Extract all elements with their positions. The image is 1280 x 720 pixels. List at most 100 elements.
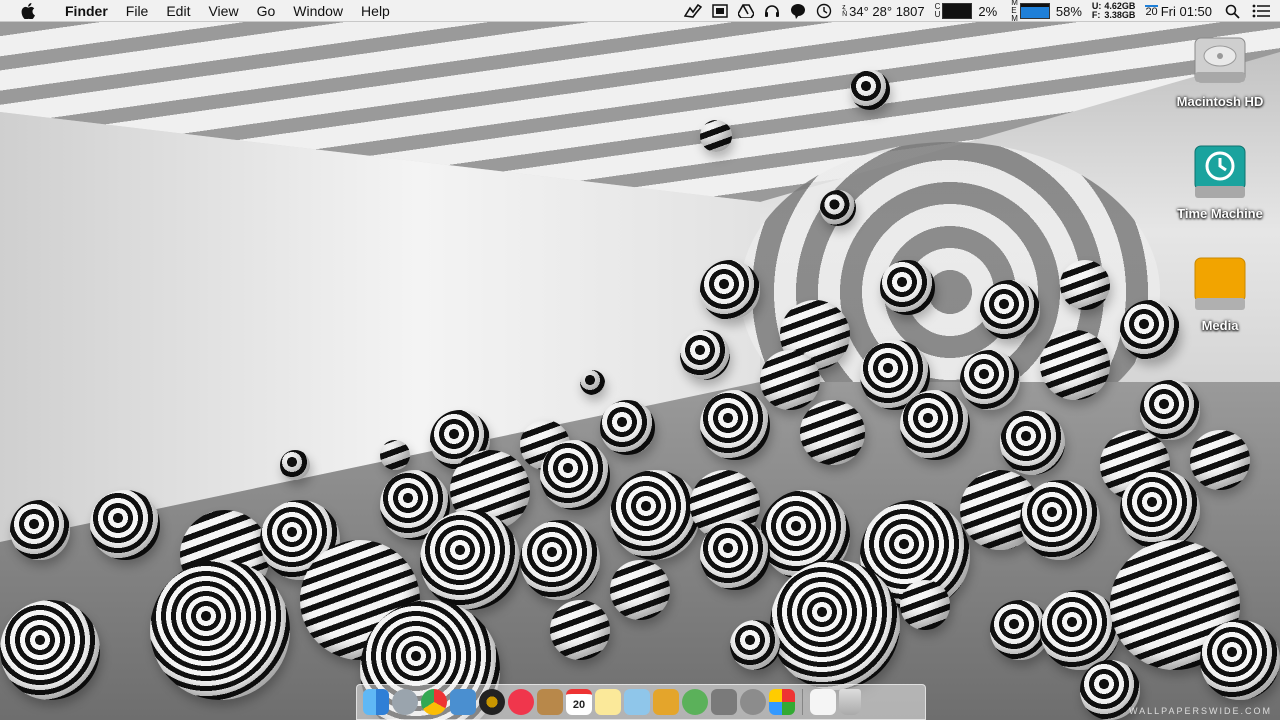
desktop-icon-time-machine[interactable]: Time Machine	[1170, 142, 1270, 221]
wallpaper-sphere	[280, 450, 310, 480]
external-drive-icon	[1194, 257, 1246, 310]
wallpaper-sphere	[1040, 330, 1110, 400]
weather-mini-icon: zÑ	[842, 4, 848, 18]
dock-itunes-icon[interactable]	[508, 689, 534, 715]
wallpaper-sphere	[1140, 380, 1200, 440]
wallpaper-sphere	[1020, 480, 1100, 560]
cpu-monitor[interactable]: C U 2%	[930, 3, 1007, 19]
memory-monitor[interactable]: M E M 58%	[1006, 0, 1087, 23]
dock-finder-icon[interactable]	[363, 689, 389, 715]
wallpaper-sphere	[980, 280, 1040, 340]
wallpaper-sphere	[800, 400, 865, 465]
app-menu-finder[interactable]: Finder	[56, 0, 117, 22]
menu-edit[interactable]: Edit	[157, 0, 199, 22]
notification-center-icon[interactable]	[1248, 4, 1280, 18]
wallpaper-sphere	[150, 560, 290, 700]
dock-launchpad-icon[interactable]	[392, 689, 418, 715]
dock-notefile-icon[interactable]	[537, 689, 563, 715]
status-area: zÑ 34° 28° 1807 C U 2% M E M 58% U: F: 4…	[679, 0, 1280, 23]
wallpaper-sphere	[520, 520, 600, 600]
wallpaper-sphere	[700, 520, 770, 590]
wallpaper-sphere	[900, 390, 970, 460]
apple-menu-icon[interactable]	[0, 2, 56, 19]
wallpaper-sphere	[700, 260, 760, 320]
wallpaper-sphere	[1120, 470, 1200, 550]
wallpaper-sphere	[700, 120, 732, 152]
weather-readout[interactable]: zÑ 34° 28° 1807	[837, 4, 930, 19]
wallpaper-sphere	[0, 600, 100, 700]
wallpaper-watermark: WALLPAPERSWIDE.COM	[1128, 706, 1272, 716]
menu-view[interactable]: View	[199, 0, 247, 22]
wallpaper-sphere	[610, 470, 700, 560]
disk-monitor[interactable]: U: F: 4.62GB 3.38GB	[1087, 2, 1141, 20]
dock-calendar-icon[interactable]: 20	[566, 689, 592, 715]
calendar-mini-icon: 20	[1145, 4, 1158, 18]
menu-go[interactable]: Go	[248, 0, 285, 22]
clock[interactable]: 20 Fri 01:50	[1140, 4, 1217, 19]
cpu-percent: 2%	[978, 3, 998, 19]
time-machine-status-icon[interactable]	[811, 3, 837, 19]
spotlight-search-icon[interactable]	[1217, 4, 1248, 19]
desktop-icon-macintosh-hd[interactable]: Macintosh HD	[1170, 30, 1270, 109]
wallpaper-sphere	[900, 580, 950, 630]
time-machine-icon	[1194, 145, 1246, 198]
mem-label-bottom: M	[1011, 14, 1018, 23]
wallpaper-sphere	[1040, 590, 1120, 670]
dock-document-icon[interactable]	[810, 689, 836, 715]
memory-percent: 58%	[1055, 3, 1082, 19]
wallpaper-sphere	[760, 350, 820, 410]
wallpaper-sphere	[880, 260, 935, 315]
dock-dvd-player-icon[interactable]	[479, 689, 505, 715]
dock-separator	[802, 689, 803, 715]
dock-preview-icon[interactable]	[450, 689, 476, 715]
desktop-wallpaper	[0, 22, 1280, 720]
menu-bar: Finder File Edit View Go Window Help zÑ …	[0, 0, 1280, 23]
dock-unknown-app-icon[interactable]	[769, 689, 795, 715]
bird-icon[interactable]	[679, 4, 707, 18]
desktop-icon-media[interactable]: Media	[1170, 254, 1270, 333]
menu-file[interactable]: File	[117, 0, 158, 22]
dock-activity-icon[interactable]	[711, 689, 737, 715]
dock-notes-icon[interactable]	[595, 689, 621, 715]
wallpaper-sphere	[1060, 260, 1110, 310]
wallpaper-sphere	[540, 440, 610, 510]
wallpaper-sphere	[580, 370, 605, 395]
menu-help[interactable]: Help	[352, 0, 399, 22]
dock-trash-icon[interactable]	[839, 689, 861, 715]
cpu-label-bottom: U	[934, 10, 941, 19]
memory-graph	[1019, 3, 1050, 19]
wallpaper-sphere	[1000, 410, 1065, 475]
disk-free-value: 3.38GB	[1104, 10, 1136, 20]
weather-text: 34° 28° 1807	[849, 3, 925, 19]
speech-bubble-icon[interactable]	[785, 3, 811, 19]
wallpaper-sphere	[850, 70, 890, 110]
film-strip-icon[interactable]	[707, 4, 733, 18]
wallpaper-sphere	[1190, 430, 1250, 490]
disk-labels: U: F:	[1092, 2, 1102, 20]
google-drive-icon[interactable]	[733, 4, 759, 18]
clock-text: Fri 01:50	[1160, 3, 1212, 19]
wallpaper-sphere	[10, 500, 70, 560]
dock: 20	[356, 684, 926, 720]
wallpaper-sphere	[680, 330, 730, 380]
cpu-graph	[942, 3, 973, 19]
dock-system-preferences-icon[interactable]	[740, 689, 766, 715]
dock-chrome-icon[interactable]	[421, 689, 447, 715]
disk-values: 4.62GB 3.38GB	[1104, 2, 1135, 20]
headphones-icon[interactable]	[759, 4, 785, 18]
desktop-icon-label: Macintosh HD	[1176, 94, 1264, 109]
wallpaper-sphere	[420, 510, 520, 610]
desktop-icon-label: Media	[1201, 318, 1239, 333]
menu-window[interactable]: Window	[284, 0, 352, 22]
wallpaper-sphere	[610, 560, 670, 620]
cpu-label: C U	[935, 3, 941, 19]
wallpaper-sphere	[90, 490, 160, 560]
mem-label: M E M	[1011, 0, 1018, 23]
wallpaper-sphere	[770, 560, 900, 690]
dock-photo-icon[interactable]	[624, 689, 650, 715]
wallpaper-sphere	[380, 440, 410, 470]
dock-pineapple-icon[interactable]	[653, 689, 679, 715]
wallpaper-sphere	[820, 190, 856, 226]
dock-utorrent-icon[interactable]	[682, 689, 708, 715]
desktop-icon-label: Time Machine	[1177, 206, 1263, 221]
